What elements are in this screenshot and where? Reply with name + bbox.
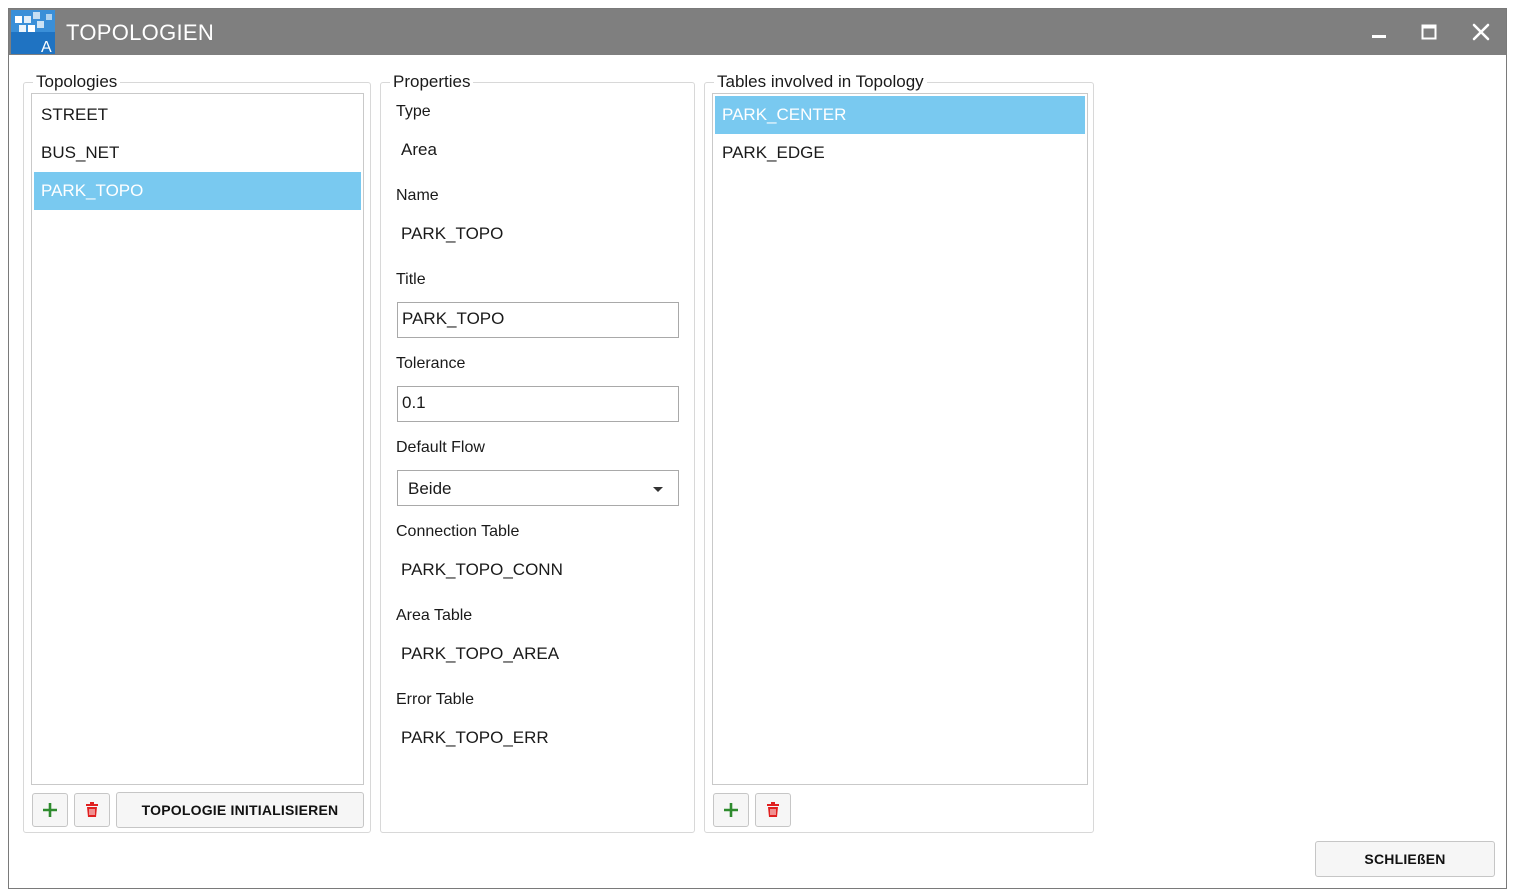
title-bar[interactable]: A TOPOLOGIEN (9, 9, 1506, 56)
default-flow-select[interactable]: Beide (397, 470, 679, 506)
connection-table-label: Connection Table (396, 523, 520, 540)
name-label: Name (396, 187, 439, 204)
error-table-value: PARK_TOPO_ERR (401, 728, 549, 747)
delete-topology-button[interactable] (74, 793, 110, 827)
name-value: PARK_TOPO (401, 224, 504, 243)
title-label: Title (396, 271, 426, 288)
list-item-selected[interactable]: PARK_CENTER (715, 96, 1085, 134)
list-item-selected[interactable]: PARK_TOPO (34, 172, 361, 210)
default-flow-value: Beide (408, 479, 452, 498)
tables-list[interactable]: PARK_CENTER PARK_EDGE (712, 93, 1088, 785)
schliessen-button[interactable]: SCHLIEßEN (1315, 841, 1495, 877)
topologie-initialisieren-button[interactable]: TOPOLOGIE INITIALISIEREN (116, 792, 364, 828)
add-table-button[interactable] (713, 793, 749, 827)
maximize-icon (1421, 24, 1437, 40)
properties-group: Properties Type Area Name PARK_TOPO Titl… (380, 71, 695, 833)
trash-icon (86, 802, 98, 817)
topologies-group: Topologies STREET BUS_NET PARK_TOPO TOPO… (23, 71, 371, 833)
error-table-label: Error Table (396, 691, 474, 708)
list-item[interactable]: STREET (34, 96, 361, 134)
list-item[interactable]: BUS_NET (34, 134, 361, 172)
maximize-button[interactable] (1404, 9, 1454, 55)
delete-table-button[interactable] (755, 793, 791, 827)
type-value: Area (401, 140, 437, 159)
tables-legend: Tables involved in Topology (714, 71, 927, 93)
title-input[interactable]: PARK_TOPO (397, 302, 679, 338)
properties-legend: Properties (390, 71, 474, 93)
plus-icon (43, 803, 57, 817)
app-logo-icon: A (11, 10, 55, 56)
type-label: Type (396, 103, 431, 120)
svg-text:A: A (41, 39, 52, 54)
trash-icon (767, 802, 779, 817)
plus-icon (724, 803, 738, 817)
minimize-button[interactable] (1354, 9, 1404, 55)
add-topology-button[interactable] (32, 793, 68, 827)
connection-table-value: PARK_TOPO_CONN (401, 560, 563, 579)
area-table-label: Area Table (396, 607, 473, 624)
topologies-list[interactable]: STREET BUS_NET PARK_TOPO (31, 93, 364, 785)
topologien-window: A TOPOLOGIEN Topologies STREET BUS_NET P… (8, 8, 1507, 889)
chevron-down-icon (653, 487, 663, 492)
close-window-button[interactable] (1456, 9, 1506, 55)
window-title: TOPOLOGIEN (66, 20, 215, 45)
list-item[interactable]: PARK_EDGE (715, 134, 1085, 172)
tolerance-input[interactable]: 0.1 (397, 386, 679, 422)
area-table-value: PARK_TOPO_AREA (401, 644, 560, 663)
default-flow-label: Default Flow (396, 439, 485, 456)
tolerance-label: Tolerance (396, 355, 466, 372)
close-icon (1472, 23, 1490, 41)
topologies-legend: Topologies (33, 71, 121, 93)
tables-group: Tables involved in Topology PARK_CENTER … (704, 71, 1094, 833)
minimize-icon (1372, 35, 1386, 38)
